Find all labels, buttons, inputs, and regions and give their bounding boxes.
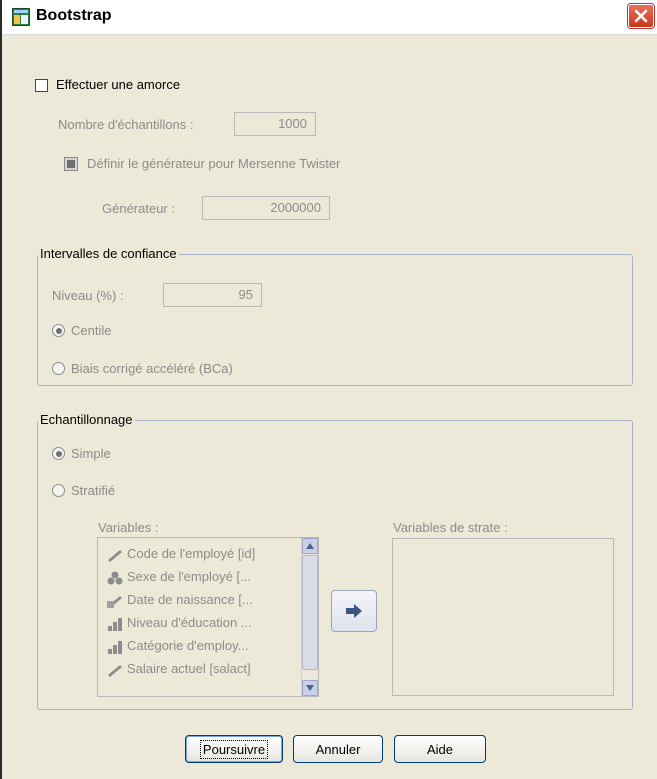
list-item-label: Code de l'employé [id] [127, 546, 256, 561]
cancel-button[interactable]: Annuler [293, 735, 383, 763]
help-button[interactable]: Aide [394, 735, 486, 763]
list-item[interactable]: Code de l'employé [id] [106, 544, 255, 564]
sampling-group-label: Echantillonnage [38, 412, 135, 427]
seed-input[interactable]: 2000000 [202, 196, 330, 220]
set-seed-checkbox[interactable] [64, 157, 78, 171]
perform-bootstrap-label: Effectuer une amorce [56, 77, 181, 92]
scale-icon [108, 664, 122, 677]
list-item-label: Salaire actuel [salact] [127, 661, 251, 676]
scale-icon [108, 549, 122, 562]
list-item-label: Sexe de l'employé [... [127, 569, 251, 584]
set-seed-label: Définir le générateur pour Mersenne Twis… [87, 156, 341, 171]
level-input[interactable]: 95 [163, 283, 262, 307]
stratified-radio[interactable] [52, 484, 65, 497]
app-icon [12, 8, 30, 26]
ordinal-icon [108, 617, 122, 631]
level-label: Niveau (%) : [52, 288, 124, 303]
list-item[interactable]: Date de naissance [... [106, 590, 253, 610]
title-bar[interactable]: Bootstrap [2, 0, 657, 35]
list-item-label: Date de naissance [... [127, 592, 253, 607]
simple-label: Simple [71, 446, 111, 461]
bootstrap-dialog: Bootstrap Effectuer une amorce Nombre d'… [0, 0, 657, 779]
list-item[interactable]: Sexe de l'employé [... [106, 567, 251, 587]
samples-label: Nombre d'échantillons : [58, 117, 194, 132]
strata-label: Variables de strate : [393, 520, 508, 535]
continue-button-label: Poursuivre [199, 739, 269, 759]
simple-radio[interactable] [52, 447, 65, 460]
move-to-strata-button[interactable] [331, 590, 377, 632]
nominal-icon [107, 571, 123, 585]
stratified-label: Stratifié [71, 483, 116, 498]
chevron-down-icon [306, 685, 314, 691]
strata-listbox[interactable] [392, 538, 614, 696]
seed-label: Générateur : [102, 201, 175, 216]
close-button[interactable] [628, 4, 654, 28]
scroll-thumb[interactable] [302, 555, 318, 670]
bca-radio[interactable] [52, 362, 65, 375]
close-icon [634, 9, 648, 23]
scroll-down-button[interactable] [302, 680, 318, 696]
ordinal-icon [108, 640, 122, 654]
arrow-right-icon [346, 604, 362, 618]
list-item-label: Niveau d'éducation ... [127, 615, 252, 630]
continue-button[interactable]: Poursuivre [185, 735, 283, 763]
scroll-up-button[interactable] [302, 538, 318, 554]
percentile-label: Centile [71, 323, 112, 338]
list-item-label: Catégorie d'employ... [127, 638, 249, 653]
list-item[interactable]: Catégorie d'employ... [106, 636, 248, 656]
variables-scrollbar[interactable] [301, 538, 318, 696]
percentile-radio[interactable] [52, 324, 65, 337]
chevron-up-icon [306, 543, 314, 549]
window-title: Bootstrap [36, 7, 112, 24]
list-item[interactable]: Salaire actuel [salact] [106, 659, 251, 679]
list-item[interactable]: Niveau d'éducation ... [106, 613, 252, 633]
scale-date-icon [107, 595, 122, 608]
bca-label: Biais corrigé accéléré (BCa) [71, 361, 233, 376]
variables-listbox[interactable]: Code de l'employé [id] Sexe de l'employé… [97, 537, 319, 697]
variables-label: Variables : [98, 520, 159, 535]
samples-input[interactable]: 1000 [234, 112, 316, 136]
perform-bootstrap-checkbox[interactable] [35, 79, 48, 92]
confidence-group-label: Intervalles de confiance [38, 246, 179, 261]
